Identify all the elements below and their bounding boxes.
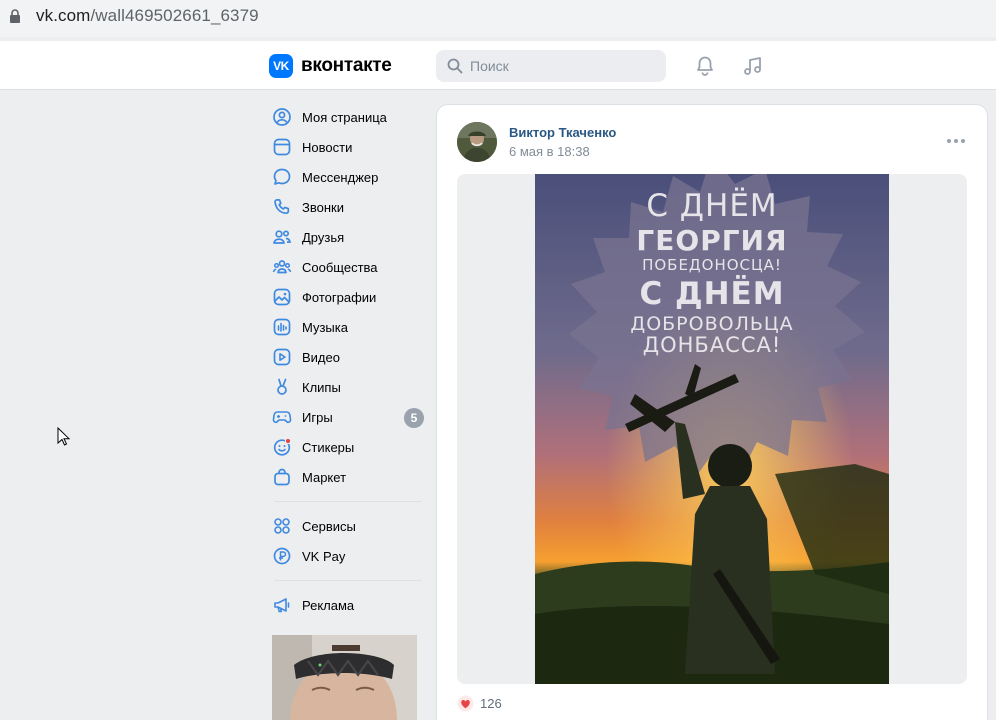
phone-icon xyxy=(274,198,290,215)
image-caption-line: ГЕОРГИЯ xyxy=(636,224,788,257)
url-host: vk.com xyxy=(36,6,91,25)
nav-label: Музыка xyxy=(302,319,348,335)
nav-item-news[interactable]: Новости xyxy=(270,132,430,162)
games-count-badge: 5 xyxy=(404,408,424,428)
nav-label: Игры xyxy=(302,409,333,425)
megaphone-icon xyxy=(274,598,290,613)
vk-logo-text: вконтакте xyxy=(301,55,392,76)
image-caption-line: ПОБЕДОНОСЦА! xyxy=(642,256,782,274)
search-box[interactable] xyxy=(436,50,666,82)
nav-item-calls[interactable]: Звонки xyxy=(270,192,430,222)
heart-icon xyxy=(457,695,474,712)
post-date[interactable]: 6 мая в 18:38 xyxy=(509,144,590,159)
nav-item-stickers[interactable]: Стикеры xyxy=(270,432,430,462)
mouse-cursor-icon xyxy=(57,427,71,446)
nav-item-services[interactable]: Сервисы xyxy=(270,511,430,541)
url-path: /wall469502661_6379 xyxy=(90,6,259,25)
nav-item-games[interactable]: Игры 5 xyxy=(270,402,430,432)
nav-item-clips[interactable]: Клипы xyxy=(270,372,430,402)
nav-label: Стикеры xyxy=(302,439,355,455)
post-photo-container[interactable]: С ДНЁМ ГЕОРГИЯ ПОБЕДОНОСЦА! С ДНЁМ ДОБРО… xyxy=(457,174,967,684)
nav-item-friends[interactable]: Друзья xyxy=(270,222,430,252)
nav-divider xyxy=(274,501,422,502)
music-icon xyxy=(273,318,291,336)
gamepad-icon xyxy=(272,411,292,424)
communities-icon xyxy=(272,260,292,274)
nav-item-market[interactable]: Маркет xyxy=(270,462,430,492)
nav-item-my-page[interactable]: Моя страница xyxy=(270,102,430,132)
lock-icon xyxy=(10,9,20,23)
clips-icon xyxy=(277,378,287,395)
nav-label: Видео xyxy=(302,349,340,365)
user-circle-icon xyxy=(273,108,291,126)
nav-label: Маркет xyxy=(302,469,347,485)
nav-label: VK Pay xyxy=(302,548,346,564)
nav-label: Реклама xyxy=(302,597,355,613)
friends-icon xyxy=(273,230,292,244)
nav-item-ads[interactable]: Реклама xyxy=(270,590,430,620)
nav-item-music[interactable]: Музыка xyxy=(270,312,430,342)
services-grid-icon xyxy=(274,518,290,534)
image-caption-line: ДОБРОВОЛЬЦА xyxy=(630,313,794,335)
search-icon xyxy=(447,58,463,74)
nav-label: Моя страница xyxy=(302,109,387,125)
more-options-icon[interactable] xyxy=(947,139,965,143)
nav-label: Клипы xyxy=(302,379,341,395)
vk-header: VK вконтакте xyxy=(0,41,996,90)
vk-logo[interactable]: VK вконтакте xyxy=(269,54,392,78)
nav-label: Сервисы xyxy=(302,518,356,534)
author-avatar[interactable] xyxy=(457,122,497,162)
like-count: 126 xyxy=(480,696,502,711)
like-button[interactable]: 126 xyxy=(457,695,502,712)
nav-label: Звонки xyxy=(302,199,344,215)
vk-logo-icon: VK xyxy=(269,54,293,78)
post-author-name[interactable]: Виктор Ткаченко xyxy=(509,125,616,140)
vkpay-icon xyxy=(273,547,291,565)
browser-address-bar: vk.com/wall469502661_6379 xyxy=(0,0,996,37)
image-caption-line: С ДНЁМ xyxy=(646,188,778,224)
post-photo[interactable]: С ДНЁМ ГЕОРГИЯ ПОБЕДОНОСЦА! С ДНЁМ ДОБРО… xyxy=(535,174,889,684)
nav-item-communities[interactable]: Сообщества xyxy=(270,252,430,282)
sticker-icon xyxy=(273,437,292,456)
video-icon xyxy=(273,348,291,366)
nav-item-video[interactable]: Видео xyxy=(270,342,430,372)
nav-label: Новости xyxy=(302,139,353,155)
image-caption-line: ДОНБАССА! xyxy=(642,333,782,357)
music-note-icon[interactable] xyxy=(741,54,765,78)
nav-label: Мессенджер xyxy=(302,169,379,185)
nav-item-vk-pay[interactable]: VK Pay xyxy=(270,541,430,571)
photos-icon xyxy=(273,288,291,306)
newsfeed-icon xyxy=(273,138,291,156)
nav-label: Друзья xyxy=(302,229,345,245)
wall-post: Виктор Ткаченко 6 мая в 18:38 С ДНЁМ ГЕО… xyxy=(436,104,988,720)
image-caption-line: С ДНЁМ xyxy=(639,276,785,312)
ad-banner-image[interactable] xyxy=(272,635,417,720)
message-icon xyxy=(273,168,291,185)
nav-item-messenger[interactable]: Мессенджер xyxy=(270,162,430,192)
nav-label: Фотографии xyxy=(302,289,377,305)
nav-item-photos[interactable]: Фотографии xyxy=(270,282,430,312)
left-nav: Моя страница Новости Мессенджер Звонки Д… xyxy=(270,102,430,620)
url-field[interactable]: vk.com/wall469502661_6379 xyxy=(36,6,259,26)
market-bag-icon xyxy=(274,468,290,486)
search-input[interactable] xyxy=(470,58,650,74)
nav-label: Сообщества xyxy=(302,259,378,275)
nav-divider xyxy=(274,580,422,581)
bell-icon[interactable] xyxy=(693,54,717,78)
